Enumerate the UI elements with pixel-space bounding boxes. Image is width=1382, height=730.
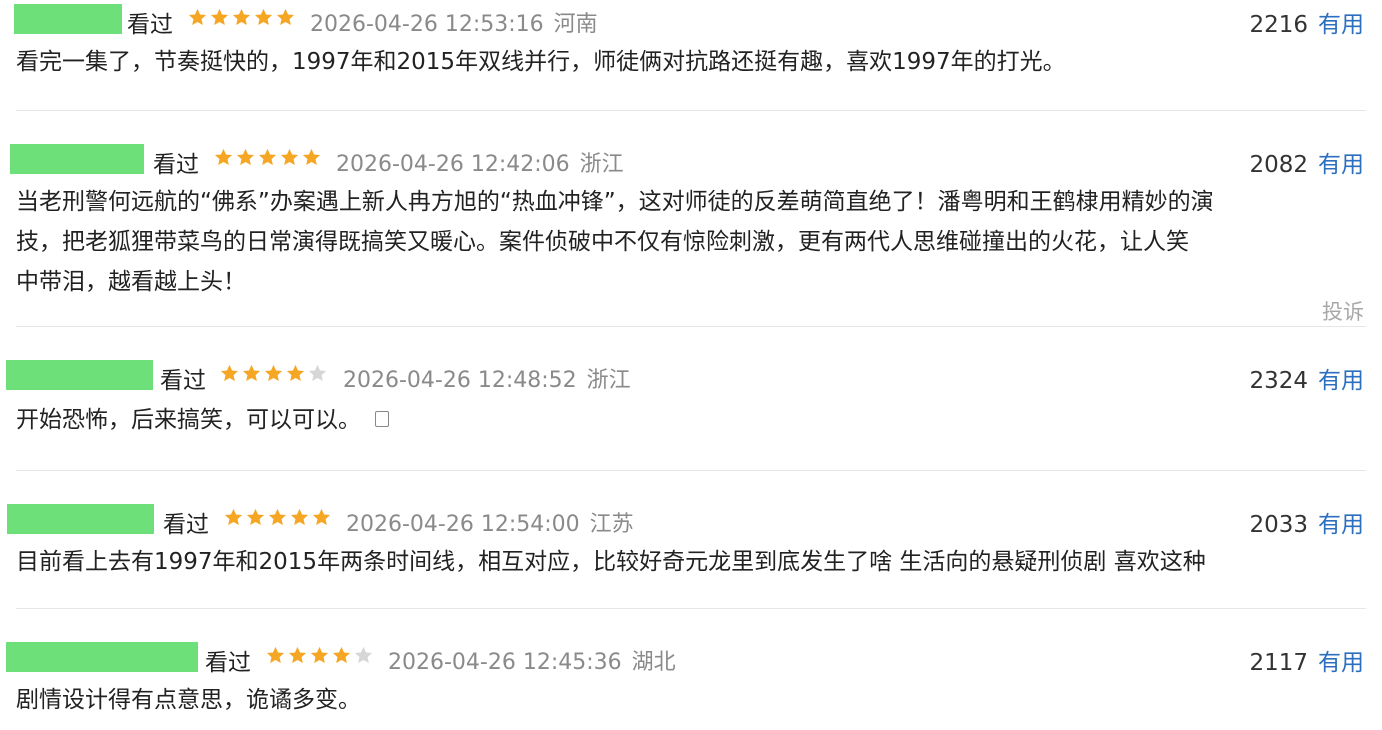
comment-time: 2026-04-26 12:42:06 (336, 152, 570, 177)
comment-text: 开始恐怖，后来搞笑，可以可以。 (16, 407, 361, 433)
watched-status: 看过 (160, 368, 206, 394)
star-filled-icon (264, 364, 283, 382)
comment-time-location: 2026-04-26 12:48:52 浙江 (343, 362, 631, 394)
comment-content: 剧情设计得有点意思，诡谲多变。 (16, 687, 361, 713)
username-redacted[interactable] (6, 642, 198, 672)
comment-meta: 看过 2026-04-26 12:53:16 河南 2216 有用 (0, 0, 1382, 40)
star-filled-icon (258, 148, 277, 166)
comment-location: 浙江 (579, 152, 624, 177)
star-filled-icon (254, 8, 273, 26)
comment-list: 看过 2026-04-26 12:53:16 河南 2216 有用 看完一集了，节奏… (0, 0, 1382, 730)
comment-content: 当老刑警何远航的“佛系”办案遇上新人冉方旭的“热血冲锋”，这对师徒的反差萌简直绝… (16, 182, 1361, 302)
comment-meta: 看过 2026-04-26 12:54:00 江苏 2033 有用 (0, 500, 1382, 540)
star-rating (223, 507, 332, 528)
vote-count: 2117 (1249, 650, 1308, 676)
vote-area: 2033 有用 (1249, 505, 1364, 539)
comment-content: 开始恐怖，后来搞笑，可以可以。 (16, 400, 1361, 440)
star-filled-icon (286, 364, 305, 382)
star-filled-icon (236, 148, 255, 166)
username-redacted[interactable] (6, 360, 153, 390)
comment-content-line: 中带泪，越看越上头！ (16, 269, 246, 295)
comment-content-line: 技，把老狐狸带菜鸟的日常演得既搞笑又暖心。案件侦破中不仅有惊险刺激，更有两代人思… (16, 229, 1189, 255)
vote-count: 2033 (1249, 512, 1308, 538)
watched-status: 看过 (163, 512, 209, 538)
star-rating (213, 147, 322, 168)
divider (16, 110, 1366, 111)
star-filled-icon (246, 508, 265, 526)
star-filled-icon (224, 508, 243, 526)
star-filled-icon (332, 646, 351, 664)
username-redacted[interactable] (14, 4, 122, 34)
star-filled-icon (210, 8, 229, 26)
star-empty-icon (354, 646, 373, 664)
username-redacted[interactable] (7, 504, 154, 534)
comment-content-line: 当老刑警何远航的“佛系”办案遇上新人冉方旭的“热血冲锋”，这对师徒的反差萌简直绝… (16, 189, 1214, 215)
comment-time: 2026-04-26 12:45:36 (388, 650, 622, 675)
useful-button[interactable]: 有用 (1318, 368, 1364, 394)
comment-time: 2026-04-26 12:54:00 (346, 512, 580, 537)
comment-time-location: 2026-04-26 12:45:36 湖北 (388, 644, 676, 676)
star-filled-icon (288, 646, 307, 664)
emoji-placeholder-icon (375, 410, 389, 427)
star-rating (219, 363, 328, 384)
watched-status: 看过 (127, 12, 173, 38)
vote-area: 2216 有用 (1249, 5, 1364, 39)
star-filled-icon (232, 8, 251, 26)
star-filled-icon (220, 364, 239, 382)
star-rating (187, 7, 296, 28)
comment-time-location: 2026-04-26 12:42:06 浙江 (336, 146, 624, 178)
username-redacted[interactable] (10, 144, 144, 174)
star-rating (265, 645, 374, 666)
star-filled-icon (266, 646, 285, 664)
vote-area: 2082 有用 (1249, 145, 1364, 179)
vote-area: 2117 有用 (1249, 643, 1364, 677)
comment-content: 目前看上去有1997年和2015年两条时间线，相互对应，比较好奇元龙里到底发生了… (16, 549, 1206, 575)
watched-status: 看过 (205, 650, 251, 676)
star-filled-icon (214, 148, 233, 166)
comment-content: 看完一集了，节奏挺快的，1997年和2015年双线并行，师徒俩对抗路还挺有趣，喜… (16, 49, 1066, 75)
star-filled-icon (188, 8, 207, 26)
comment-meta: 看过 2026-04-26 12:48:52 浙江 2324 有用 (0, 356, 1382, 396)
divider (16, 326, 1366, 327)
comment-time-location: 2026-04-26 12:54:00 江苏 (346, 506, 634, 538)
star-filled-icon (310, 646, 329, 664)
comment-location: 浙江 (586, 368, 631, 393)
divider (16, 470, 1366, 471)
useful-button[interactable]: 有用 (1318, 512, 1364, 538)
divider (16, 608, 1366, 609)
star-filled-icon (268, 508, 287, 526)
comment-meta: 看过 2026-04-26 12:45:36 湖北 2117 有用 (0, 638, 1382, 678)
comment-time: 2026-04-26 12:53:16 (310, 12, 544, 37)
star-empty-icon (308, 364, 327, 382)
vote-count: 2324 (1249, 368, 1308, 394)
useful-button[interactable]: 有用 (1318, 152, 1364, 178)
star-filled-icon (302, 148, 321, 166)
useful-button[interactable]: 有用 (1318, 12, 1364, 38)
vote-area: 2324 有用 (1249, 361, 1364, 395)
report-button[interactable]: 投诉 (1322, 296, 1364, 326)
vote-count: 2082 (1249, 152, 1308, 178)
comment-meta: 看过 2026-04-26 12:42:06 浙江 2082 有用 (0, 140, 1382, 180)
star-filled-icon (312, 508, 331, 526)
comment-location: 河南 (553, 12, 598, 37)
comment-location: 江苏 (589, 512, 634, 537)
comment-time: 2026-04-26 12:48:52 (343, 368, 577, 393)
watched-status: 看过 (153, 152, 199, 178)
star-filled-icon (290, 508, 309, 526)
star-filled-icon (280, 148, 299, 166)
comment-location: 湖北 (631, 650, 676, 675)
star-filled-icon (242, 364, 261, 382)
vote-count: 2216 (1249, 12, 1308, 38)
star-filled-icon (276, 8, 295, 26)
comment-time-location: 2026-04-26 12:53:16 河南 (310, 6, 598, 38)
useful-button[interactable]: 有用 (1318, 650, 1364, 676)
